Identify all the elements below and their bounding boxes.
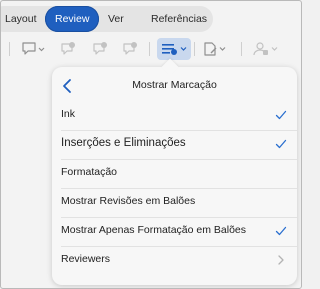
popover-title: Mostrar Marcação xyxy=(132,79,217,91)
comment-icon xyxy=(22,42,45,55)
chevron-right-icon xyxy=(278,255,284,265)
new-comment-button[interactable] xyxy=(21,38,47,60)
ribbon-tab-bar: Layout Review Ver Referências xyxy=(1,6,301,32)
protect-icon xyxy=(253,42,278,56)
menu-item-formatting[interactable]: Formatação xyxy=(52,159,297,187)
toolbar-separator xyxy=(194,42,195,56)
menu-item-show-only-formatting-balloons[interactable]: Mostrar Apenas Formatação em Balões xyxy=(52,217,297,245)
menu-item-insertions-deletions[interactable]: Inserções e Eliminações xyxy=(52,130,297,158)
toolbar-separator xyxy=(149,42,150,56)
track-changes-icon xyxy=(204,42,226,56)
checkmark-icon xyxy=(275,226,287,236)
show-markup-popover: Mostrar Marcação Ink Inserções e Elimina… xyxy=(52,58,297,285)
toolbar-separator xyxy=(9,42,10,56)
protect-button[interactable] xyxy=(251,38,281,60)
track-changes-button[interactable] xyxy=(201,38,229,60)
review-toolbar xyxy=(1,38,301,60)
checkmark-icon xyxy=(275,139,287,149)
previous-comment-button[interactable] xyxy=(91,38,111,60)
menu-item-reviewers[interactable]: Reviewers xyxy=(52,246,297,274)
menu-item-label: Formatação xyxy=(61,166,118,178)
show-markup-button[interactable] xyxy=(157,38,191,60)
delete-comment-button[interactable] xyxy=(59,38,79,60)
toolbar-separator xyxy=(241,42,242,56)
tab-review[interactable]: Review xyxy=(45,6,100,32)
tab-ver[interactable]: Ver xyxy=(108,6,124,32)
previous-comment-icon xyxy=(93,42,107,55)
checkmark-icon xyxy=(275,110,287,120)
menu-item-label: Reviewers xyxy=(61,253,111,265)
menu-item-show-revisions-balloons[interactable]: Mostrar Revisões em Balões xyxy=(52,188,297,216)
next-comment-button[interactable] xyxy=(121,38,141,60)
popover-header: Mostrar Marcação xyxy=(52,73,297,99)
menu-item-label: Inserções e Eliminações xyxy=(61,137,186,149)
app-window: Layout Review Ver Referências Mostrar Ma… xyxy=(0,0,302,289)
markup-icon xyxy=(162,44,187,55)
delete-comment-icon xyxy=(61,42,75,55)
tab-referencias[interactable]: Referências xyxy=(151,6,207,32)
menu-item-label: Mostrar Apenas Formatação em Balões xyxy=(61,224,247,236)
next-comment-icon xyxy=(123,42,137,55)
menu-item-label: Mostrar Revisões em Balões xyxy=(61,195,196,207)
menu-item-ink[interactable]: Ink xyxy=(52,101,297,129)
tab-layout[interactable]: Layout xyxy=(5,6,37,32)
menu-item-label: Ink xyxy=(61,108,76,120)
